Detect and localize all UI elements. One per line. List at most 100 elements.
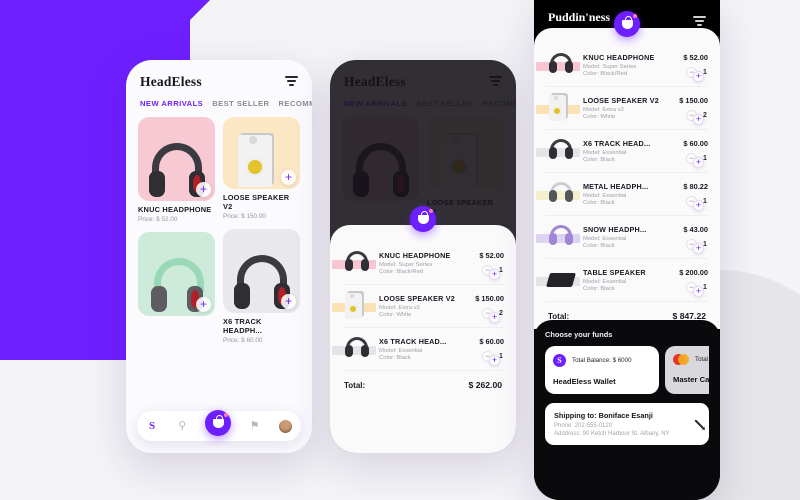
cart-item-row[interactable]: X6 TRACK HEAD... Model: Essential Color:… <box>332 328 504 370</box>
cart-item-price: $ 52.00 <box>479 250 504 260</box>
cart-item-thumb <box>536 136 580 166</box>
cart-fab-button[interactable] <box>205 410 232 436</box>
cart-item-model: Model: Extra v2 <box>379 304 420 311</box>
shipping-phone: Phone: 202-555-0120 <box>554 422 613 429</box>
cart-item-row[interactable]: LOOSE SPEAKER V2 Model: Extra v2 Color: … <box>536 87 708 129</box>
increase-qty-button[interactable]: + <box>693 71 704 82</box>
cart-item-thumb <box>536 179 580 209</box>
cart-item-name: X6 TRACK HEAD... <box>583 138 651 148</box>
cart-item-color: Color: Black <box>583 157 615 164</box>
product-price: Price: $ 60.00 <box>223 337 263 344</box>
cart-item-color: Color: Black <box>583 243 615 250</box>
cart-bottom-sheet: KNUC HEADPHONE Model: Super Series Color… <box>330 225 516 453</box>
hamburger-icon[interactable] <box>693 16 706 29</box>
add-to-cart-button[interactable]: + <box>196 297 211 312</box>
shipping-recipient: Shipping to: Boniface Esanji <box>554 411 653 420</box>
cart-item-thumb <box>536 222 580 252</box>
basket-icon <box>621 16 633 29</box>
speaker-icon <box>237 129 286 187</box>
cart-total-row: Total: $ 262.00 <box>342 371 504 390</box>
increase-qty-button[interactable]: + <box>489 355 500 366</box>
increase-qty-button[interactable]: + <box>693 157 704 168</box>
quantity-stepper: − 2 + <box>679 109 708 125</box>
shipping-card[interactable]: Shipping to: Boniface Esanji Phone: 202-… <box>545 403 709 445</box>
product-price: Price: $ 52.00 <box>138 216 178 223</box>
funds-section: Choose your funds S Total Balance: $ 600… <box>534 320 720 500</box>
product-card-x6[interactable]: + X6 TRACK HEADPH... Price: $ 60.00 <box>223 225 300 344</box>
cart-item-price: $ 43.00 <box>683 224 708 234</box>
cart-item-row[interactable]: KNUC HEADPHONE Model: Super Series Color… <box>536 44 708 86</box>
cart-item-name: LOOSE SPEAKER V2 <box>379 293 455 303</box>
cart-badge <box>224 413 229 417</box>
cart-fab-button[interactable] <box>614 11 640 37</box>
cart-item-thumb <box>536 265 580 295</box>
fund-balance: Total Balance: $ 6000 <box>572 357 632 364</box>
cart-item-color: Color: Black <box>379 355 411 362</box>
cart-item-name: LOOSE SPEAKER V2 <box>583 95 659 105</box>
cart-item-price: $ 60.00 <box>479 336 504 346</box>
brand-logo-icon[interactable]: S <box>145 419 159 433</box>
add-to-cart-button[interactable]: + <box>196 182 211 197</box>
cart-item-color: Color: Black/Red <box>583 71 628 78</box>
headphone-icon <box>548 225 574 247</box>
product-price: Price: $ 150.00 <box>223 213 266 220</box>
product-image-x6: + <box>223 229 300 313</box>
product-card-green[interactable]: + <box>138 228 215 316</box>
total-label: Total: <box>344 380 366 390</box>
cart-item-row[interactable]: METAL HEADPH... Model: Essential Color: … <box>536 173 708 215</box>
increase-qty-button[interactable]: + <box>693 286 704 297</box>
cart-item-name: KNUC HEADPHONE <box>379 250 451 260</box>
quantity-stepper: − 2 + <box>475 307 504 323</box>
tab-best-seller[interactable]: BEST SELLER <box>212 99 269 108</box>
cart-fab-button[interactable] <box>410 206 436 232</box>
fund-card-mastercard[interactable]: Total Balance Master Card <box>665 346 709 394</box>
app-brand-title: HeadEless <box>140 74 202 89</box>
cart-item-thumb <box>332 291 376 321</box>
cart-bottom-sheet: KNUC HEADPHONE Model: Super Series Color… <box>534 28 720 329</box>
quantity-stepper: − 1 + <box>683 152 708 168</box>
tab-recommend[interactable]: RECOMMEND <box>278 99 312 108</box>
add-to-cart-button[interactable]: + <box>281 170 296 185</box>
cart-item-row[interactable]: X6 TRACK HEAD... Model: Essential Color:… <box>536 130 708 172</box>
cart-item-row[interactable]: TABLE SPEAKER Model: Essential Color: Bl… <box>536 259 708 301</box>
increase-qty-button[interactable]: + <box>489 312 500 323</box>
bookmark-icon[interactable]: ⚑ <box>248 419 262 433</box>
fund-name: Master Card <box>673 375 709 384</box>
headphone-icon <box>548 53 574 75</box>
product-card-knuc[interactable]: + KNUC HEADPHONE Price: $ 52.00 <box>138 117 215 223</box>
product-title: LOOSE SPEAKER V2 <box>223 193 290 211</box>
avatar[interactable] <box>277 418 293 434</box>
speaker-icon <box>549 93 573 121</box>
cart-item-row[interactable]: SNOW HEADPH... Model: Essential Color: B… <box>536 216 708 258</box>
fund-balance: Total Balance <box>695 356 709 363</box>
increase-qty-button[interactable]: + <box>693 200 704 211</box>
cart-item-model: Model: Essential <box>583 149 627 156</box>
quantity-stepper: − 1 + <box>683 238 708 254</box>
increase-qty-button[interactable]: + <box>489 269 500 280</box>
cart-item-price: $ 150.00 <box>679 95 708 105</box>
cart-item-model: Model: Essential <box>379 347 423 354</box>
product-title: X6 TRACK HEADPH... <box>223 317 263 335</box>
phone-screen-catalog: HeadEless NEW ARRIVALS BEST SELLER RECOM… <box>126 60 312 453</box>
total-value: $ 262.00 <box>468 380 502 390</box>
cart-item-model: Model: Essential <box>583 278 627 285</box>
product-image-green-headphone: + <box>138 232 215 316</box>
cart-item-thumb <box>332 334 376 364</box>
search-icon[interactable]: ⚲ <box>175 419 189 433</box>
cart-item-row[interactable]: KNUC HEADPHONE Model: Super Series Color… <box>332 242 504 284</box>
hamburger-icon[interactable] <box>285 76 298 89</box>
fund-card-wallet[interactable]: S Total Balance: $ 6000 HeadEless Wallet <box>545 346 659 394</box>
product-card-speaker[interactable]: + LOOSE SPEAKER V2 Price: $ 150.00 <box>223 117 300 220</box>
product-image-knuc: + <box>138 117 215 201</box>
cart-item-row[interactable]: LOOSE SPEAKER V2 Model: Extra v2 Color: … <box>332 285 504 327</box>
quantity-stepper: − 1 + <box>683 66 708 82</box>
increase-qty-button[interactable]: + <box>693 114 704 125</box>
cart-item-model: Model: Extra v2 <box>583 106 624 113</box>
cart-item-price: $ 60.00 <box>683 138 708 148</box>
product-title: KNUC HEADPHONE <box>138 205 212 214</box>
cart-item-color: Color: Black <box>583 200 615 207</box>
cart-item-color: Color: Black/Red <box>379 269 424 276</box>
add-to-cart-button[interactable]: + <box>281 294 296 309</box>
tab-new-arrivals[interactable]: NEW ARRIVALS <box>140 99 203 108</box>
increase-qty-button[interactable]: + <box>693 243 704 254</box>
